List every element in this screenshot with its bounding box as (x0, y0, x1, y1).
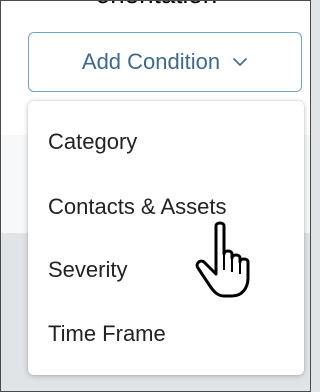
screenshot-frame: orientation Add Condition Category Conta… (0, 0, 311, 392)
menu-item-severity[interactable]: Severity (28, 241, 304, 299)
add-condition-button[interactable]: Add Condition (28, 32, 302, 92)
menu-item-label: Severity (48, 257, 128, 282)
menu-item-category[interactable]: Category (28, 113, 304, 171)
cropped-caption: orientation (1, 1, 310, 10)
menu-item-label: Time Frame (48, 321, 166, 346)
add-condition-label: Add Condition (81, 49, 221, 74)
menu-item-label: Category (48, 129, 138, 154)
condition-dropdown-menu: Category Contacts & Assets Severity Time… (28, 101, 304, 375)
menu-item-label: Contacts & Assets (48, 194, 227, 219)
chevron-down-icon (232, 54, 248, 70)
menu-item-contacts-assets[interactable]: Contacts & Assets (28, 178, 304, 236)
menu-item-time-frame[interactable]: Time Frame (28, 305, 304, 363)
